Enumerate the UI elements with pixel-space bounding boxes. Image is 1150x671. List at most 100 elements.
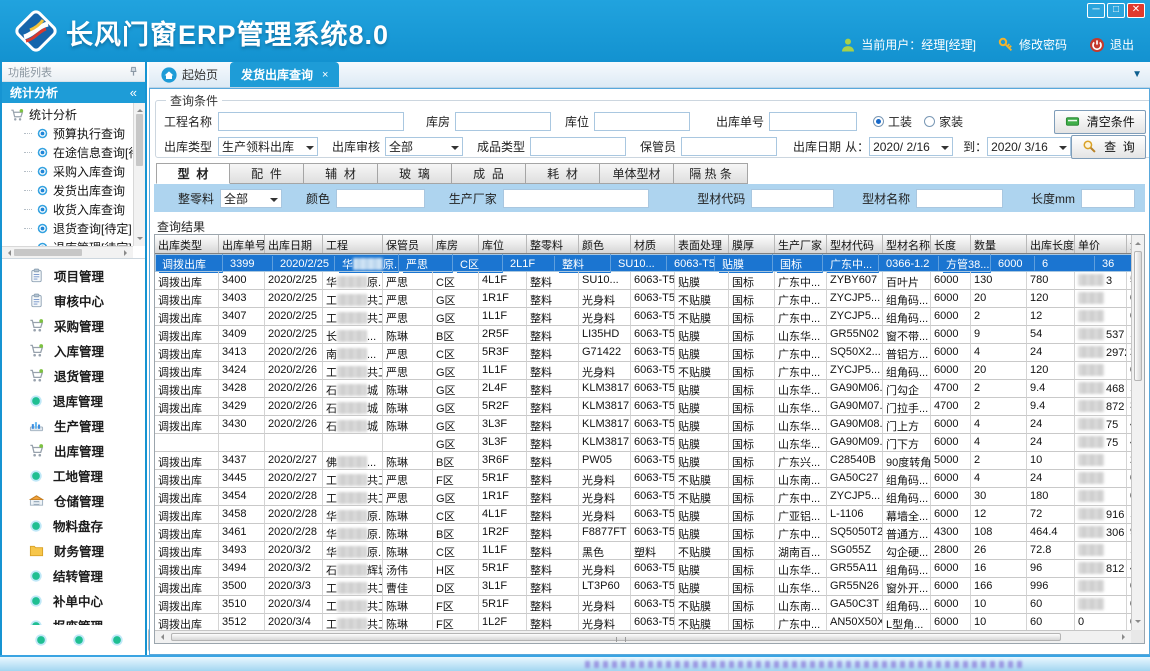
tab-shipping-outbound-query[interactable]: 发货出库查询 × — [230, 62, 339, 87]
tree-item[interactable]: 退货查询[待定] — [2, 219, 145, 238]
radio-jiazhuang[interactable]: 家装 — [924, 113, 963, 130]
order-no-input[interactable] — [769, 112, 857, 131]
out-type-select[interactable]: 生产领料出库 — [218, 137, 318, 156]
collapse-icon[interactable]: « — [130, 85, 137, 100]
material-tab[interactable]: 型 材 — [156, 163, 230, 184]
dot-icon[interactable] — [110, 633, 124, 647]
profile-code-input[interactable] — [751, 189, 834, 208]
sidebar-menu-item[interactable]: 审核中心 — [2, 288, 145, 313]
audit-select[interactable]: 全部 — [385, 137, 463, 156]
sidebar-menu-item[interactable]: 工地管理 — [2, 463, 145, 488]
maker-input[interactable] — [503, 189, 650, 208]
material-tab[interactable]: 成 品 — [452, 163, 526, 184]
tab-home[interactable]: 起始页 — [149, 62, 230, 87]
search-button[interactable]: 查 询 — [1071, 135, 1146, 159]
sidebar-menu-item[interactable]: 财务管理 — [2, 538, 145, 563]
change-password-button[interactable]: 修改密码 — [998, 36, 1067, 53]
column-header[interactable]: 生产厂家 — [775, 235, 827, 253]
column-header[interactable]: 出库单号 — [219, 235, 265, 253]
table-row[interactable]: 调拨出库34092020/2/25长...陈琳B区2R5F整料LI35HD606… — [155, 326, 1144, 344]
tab-list-chevron-icon[interactable]: ▼ — [1132, 69, 1150, 80]
sidebar-menu-item[interactable]: 物料盘存 — [2, 513, 145, 538]
table-row[interactable]: 调拨出库34282020/2/26石城陈琳G区2L4F整料KLM38176063… — [155, 380, 1144, 398]
logout-button[interactable]: 退出 — [1089, 36, 1134, 53]
sidebar-menu-item[interactable]: 补单中心 — [2, 588, 145, 613]
table-vertical-scrollbar[interactable] — [1131, 235, 1144, 630]
column-header[interactable]: 长度 — [931, 235, 971, 253]
material-tab[interactable]: 耗 材 — [526, 163, 600, 184]
sidebar-menu-item[interactable]: 生产管理 — [2, 413, 145, 438]
minimize-button[interactable]: ─ — [1087, 3, 1105, 18]
tree-item[interactable]: 发货出库查询 — [2, 181, 145, 200]
tree-item[interactable]: 收货入库查询 — [2, 200, 145, 219]
table-row[interactable]: 调拨出库35102020/3/4工共工程陈琳F区5R1F整料光身料6063-T5… — [155, 596, 1144, 614]
column-header[interactable]: 型材代码 — [827, 235, 883, 253]
tab-close-icon[interactable]: × — [322, 69, 328, 81]
tree-horizontal-scrollbar[interactable] — [2, 246, 133, 258]
table-row[interactable]: 调拨出库33992020/2/25华原...严思C区2L1F整料SU10...6… — [155, 254, 1144, 272]
warehouse-input[interactable] — [455, 112, 551, 131]
date-from-picker[interactable]: 2020/ 2/16 — [869, 137, 953, 156]
column-header[interactable]: 库房 — [433, 235, 479, 253]
column-header[interactable]: 数量 — [971, 235, 1027, 253]
table-horizontal-scrollbar[interactable] — [155, 630, 1131, 643]
column-header[interactable]: 工程 — [323, 235, 383, 253]
close-button[interactable]: ✕ — [1127, 3, 1145, 18]
sidebar-menu-item[interactable]: 采购管理 — [2, 313, 145, 338]
sidebar-menu-item[interactable]: 入库管理 — [2, 338, 145, 363]
column-header[interactable]: 单价 — [1075, 235, 1127, 253]
table-row[interactable]: 调拨出库34372020/2/27佛...陈琳B区3R6F整料PW056063-… — [155, 452, 1144, 470]
pin-icon[interactable] — [128, 66, 139, 77]
column-header[interactable]: 库位 — [479, 235, 527, 253]
material-tab[interactable]: 隔 热 条 — [674, 163, 748, 184]
column-header[interactable]: 颜色 — [579, 235, 631, 253]
sidebar-menu-item[interactable]: 出库管理 — [2, 438, 145, 463]
location-input[interactable] — [594, 112, 690, 131]
table-row[interactable]: 调拨出库34932020/3/2华原...陈琳C区1L1F整料黑色塑料不贴膜国标… — [155, 542, 1144, 560]
material-tab[interactable]: 玻 璃 — [378, 163, 452, 184]
dot-icon[interactable] — [34, 633, 48, 647]
column-header[interactable]: 材质 — [631, 235, 675, 253]
profile-name-input[interactable] — [916, 189, 1003, 208]
table-row[interactable]: 调拨出库34612020/2/28华原...陈琳B区1R2F整料F8877FT6… — [155, 524, 1144, 542]
color-input[interactable] — [336, 189, 425, 208]
date-to-picker[interactable]: 2020/ 3/16 — [987, 137, 1071, 156]
project-name-input[interactable] — [218, 112, 404, 131]
table-row[interactable]: 调拨出库34302020/2/26石城陈琳G区3L3F整料KLM38176063… — [155, 416, 1144, 434]
sidebar-menu-item[interactable]: 仓储管理 — [2, 488, 145, 513]
tree-root[interactable]: 统计分析 — [2, 105, 145, 124]
maximize-button[interactable]: □ — [1107, 3, 1125, 18]
tree-item[interactable]: 采购入库查询 — [2, 162, 145, 181]
table-row[interactable]: 调拨出库35002020/3/3工共工程曹佳D区3L1F整料LT3P606063… — [155, 578, 1144, 596]
sidebar-menu-item[interactable]: 退货管理 — [2, 363, 145, 388]
column-header[interactable]: 出库日期 — [265, 235, 323, 253]
tree-item[interactable]: 在途信息查询[待 — [2, 143, 145, 162]
radio-gongzhuang[interactable]: 工装 — [873, 113, 912, 130]
material-tab[interactable]: 辅 材 — [304, 163, 378, 184]
tree-item[interactable]: 退库管理[待定] — [2, 238, 145, 246]
table-row[interactable]: 调拨出库34242020/2/26工共工程严思G区1L1F整料光身料6063-T… — [155, 362, 1144, 380]
table-row[interactable]: 调拨出库34032020/2/25工共工程严思G区1R1F整料光身料6063-T… — [155, 290, 1144, 308]
column-header[interactable]: 表面处理 — [675, 235, 729, 253]
table-row[interactable]: 调拨出库34292020/2/26石城陈琳G区5R2F整料KLM38176063… — [155, 398, 1144, 416]
tree-item[interactable]: 预算执行查询 — [2, 124, 145, 143]
column-header[interactable]: 出库长度 — [1027, 235, 1075, 253]
table-row[interactable]: 调拨出库34582020/2/28华原...陈琳C区4L1F整料光身料6063-… — [155, 506, 1144, 524]
keeper-input[interactable] — [681, 137, 777, 156]
column-header[interactable]: 保管员 — [383, 235, 433, 253]
sidebar-menu-item[interactable]: 项目管理 — [2, 263, 145, 288]
length-input[interactable] — [1081, 189, 1135, 208]
material-tab[interactable]: 配 件 — [230, 163, 304, 184]
column-header[interactable]: 膜厚 — [729, 235, 775, 253]
table-row[interactable]: 调拨出库34542020/2/28工共工程严思G区1R1F整料光身料6063-T… — [155, 488, 1144, 506]
dot-icon[interactable] — [72, 633, 86, 647]
table-row[interactable]: 调拨出库34072020/2/25工共工程严思G区1L1F整料光身料6063-T… — [155, 308, 1144, 326]
column-header[interactable]: 整零料 — [527, 235, 579, 253]
tree-vertical-scrollbar[interactable] — [133, 103, 145, 246]
column-header[interactable]: 出库类型 — [155, 235, 219, 253]
column-header[interactable]: 型材名称 — [883, 235, 931, 253]
table-row[interactable]: 调拨出库34002020/2/25华原...严思C区4L1F整料SU10...6… — [155, 272, 1144, 290]
material-tab[interactable]: 单体型材 — [600, 163, 674, 184]
sidebar-menu-item[interactable]: 结转管理 — [2, 563, 145, 588]
sidebar-section-header[interactable]: 统计分析 « — [2, 82, 145, 103]
